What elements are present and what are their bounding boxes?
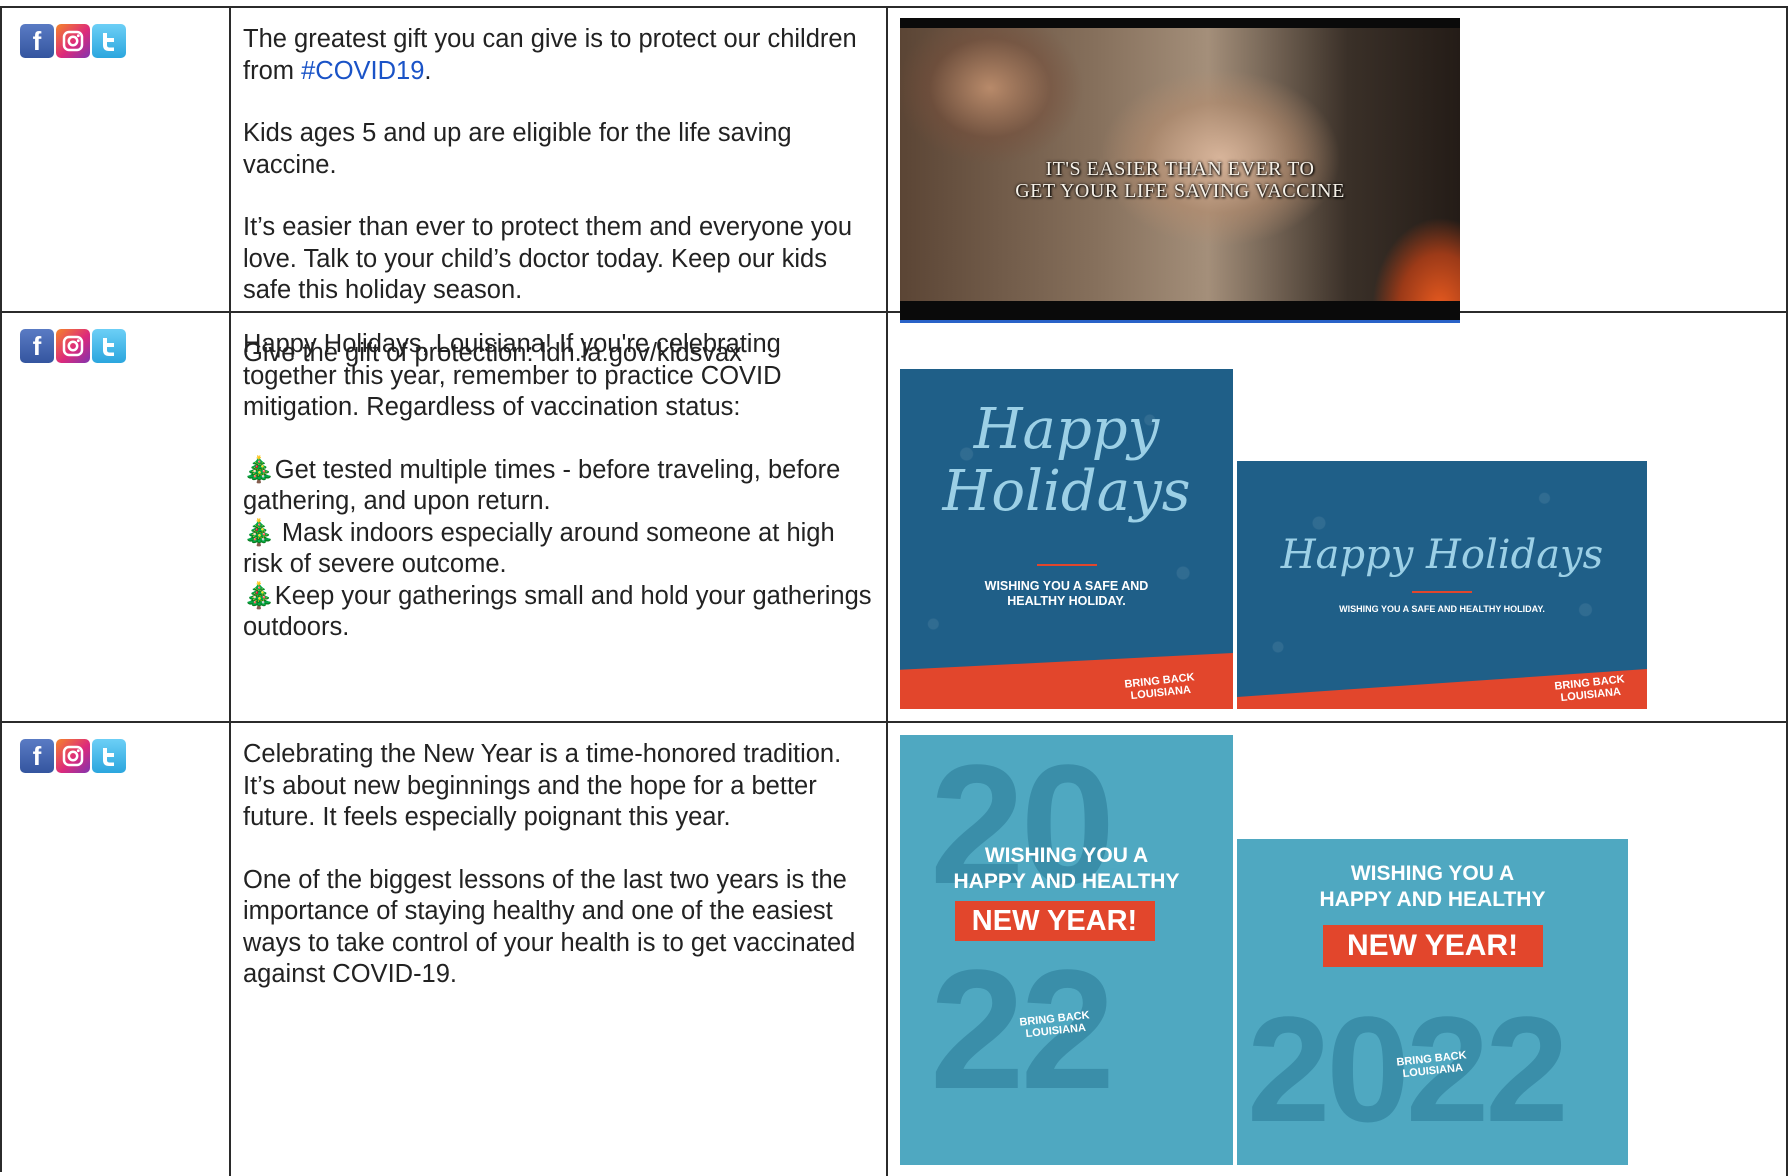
title-divider [1412, 591, 1472, 593]
instagram-icon [56, 329, 90, 363]
holiday-script-title: Happy Holidays [1280, 532, 1604, 578]
post-media-cell: 20 22 WISHING YOU A HAPPY AND HEALTHY NEW… [888, 723, 1788, 1176]
new-year-wish: WISHING YOU A HAPPY AND HEALTHY [953, 844, 1180, 893]
new-year-banner: NEW YEAR! [1322, 925, 1543, 967]
video-caption: IT'S EASIER THAN EVER TO GET YOUR LIFE S… [900, 158, 1460, 202]
platform-cell: f [2, 8, 231, 313]
post-text-cell: The greatest gift you can give is to pro… [231, 8, 888, 367]
paragraph-text: . [424, 56, 432, 85]
instagram-icon [56, 739, 90, 773]
video-thumbnail[interactable]: IT'S EASIER THAN EVER TO GET YOUR LIFE S… [900, 18, 1460, 323]
platform-cell: f [2, 313, 231, 723]
new-year-card-square[interactable]: 20 22 WISHING YOU A HAPPY AND HEALTHY NEW… [900, 735, 1233, 1165]
title-divider [1036, 564, 1097, 566]
post-paragraph: Kids ages 5 and up are eligible for the … [243, 119, 792, 179]
post-paragraph: Celebrating the New Year is a time-honor… [243, 740, 842, 831]
bullet-item: 🎄Keep your gatherings small and hold you… [243, 581, 872, 642]
table-row: f Happy Holidays, Louisiana! If you're c… [2, 313, 1788, 723]
posts-table: f The greatest gift you can give is to p… [0, 6, 1788, 1176]
holiday-card-wide[interactable]: Happy Holidays WISHING YOU A SAFE AND HE… [1237, 461, 1647, 709]
post-text-cell: Happy Holidays, Louisiana! If you're cel… [231, 313, 888, 723]
holiday-script-title: Happy Holidays [900, 399, 1233, 523]
post-paragraph: One of the biggest lessons of the last t… [243, 865, 856, 989]
holiday-wish: WISHING YOU A SAFE AND HEALTHY HOLIDAY. [1339, 604, 1545, 614]
twitter-icon [92, 24, 126, 58]
holiday-wish: WISHING YOU A SAFE AND HEALTHY HOLIDAY. [984, 579, 1149, 608]
post-media-cell: Happy Holidays WISHING YOU A SAFE AND HE… [888, 313, 1788, 723]
post-text-cell: Celebrating the New Year is a time-honor… [231, 723, 888, 1176]
caption-line: IT'S EASIER THAN EVER TO [1045, 158, 1315, 180]
new-year-card-wide[interactable]: 2022 WISHING YOU A HAPPY AND HEALTHY NEW … [1237, 839, 1628, 1165]
facebook-icon: f [20, 24, 54, 58]
bullet-item: 🎄 Mask indoors especially around someone… [243, 518, 835, 579]
facebook-icon: f [20, 739, 54, 773]
script-text: Happy Holidays [942, 397, 1191, 524]
holiday-card-square[interactable]: Happy Holidays WISHING YOU A SAFE AND HE… [900, 369, 1233, 709]
social-icons: f [20, 24, 126, 58]
post-media-cell: IT'S EASIER THAN EVER TO GET YOUR LIFE S… [888, 8, 1788, 323]
video-letterbox-top [900, 18, 1460, 28]
post-paragraph: Happy Holidays, Louisiana! If you're cel… [243, 330, 782, 421]
table-row: f Celebrating the New Year is a time-hon… [2, 723, 1788, 1176]
social-icons: f [20, 739, 126, 773]
twitter-icon [92, 739, 126, 773]
post-paragraph: The greatest gift you can give is to pro… [243, 24, 872, 87]
post-text: Happy Holidays, Louisiana! If you're cel… [243, 329, 872, 644]
new-year-banner: NEW YEAR! [954, 901, 1155, 941]
twitter-icon [92, 329, 126, 363]
post-text: Celebrating the New Year is a time-honor… [243, 739, 872, 991]
post-paragraph: It’s easier than ever to protect them an… [243, 213, 853, 304]
instagram-icon [56, 24, 90, 58]
caption-line: GET YOUR LIFE SAVING VACCINE [1015, 180, 1345, 202]
facebook-icon: f [20, 329, 54, 363]
hashtag-link[interactable]: #COVID19 [301, 57, 424, 85]
new-year-wish: WISHING YOU A HAPPY AND HEALTHY [1319, 862, 1546, 911]
social-icons: f [20, 329, 126, 363]
bullet-item: 🎄Get tested multiple times - before trav… [243, 455, 841, 516]
platform-cell: f [2, 723, 231, 1176]
table-row: f The greatest gift you can give is to p… [2, 8, 1788, 367]
